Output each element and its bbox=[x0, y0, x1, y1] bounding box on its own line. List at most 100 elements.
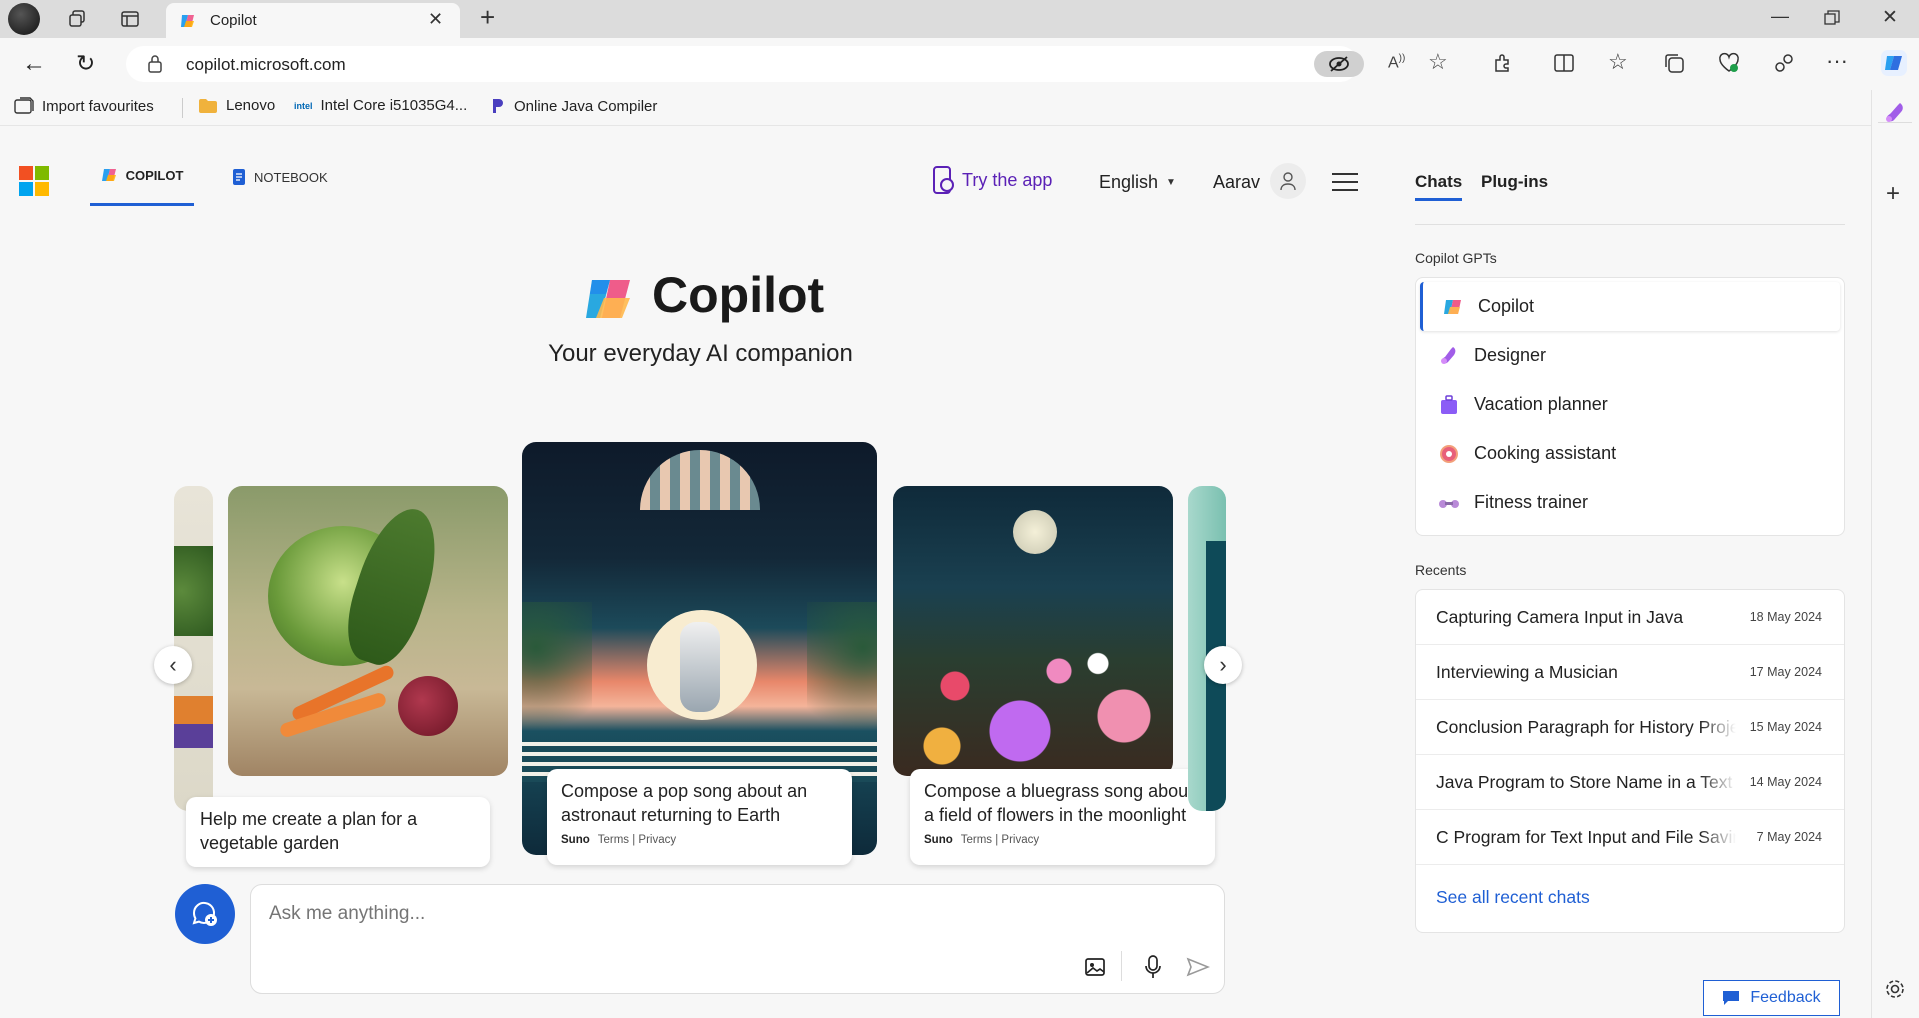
hero-subtitle: Your everyday AI companion bbox=[548, 340, 853, 367]
recent-chat-item[interactable]: C Program for Text Input and File Saving… bbox=[1416, 810, 1844, 865]
tab-title: Copilot bbox=[210, 12, 257, 29]
gpt-item-vacation-planner[interactable]: Vacation planner bbox=[1416, 380, 1844, 429]
back-icon[interactable]: ← bbox=[22, 50, 46, 78]
donut-icon bbox=[1440, 444, 1458, 463]
notebook-icon bbox=[233, 169, 245, 185]
new-chat-icon bbox=[192, 901, 217, 926]
copilot-sidebar-icon[interactable] bbox=[1880, 49, 1908, 77]
sidebar-settings-icon[interactable] bbox=[1884, 978, 1906, 1000]
collections-icon[interactable] bbox=[1663, 52, 1685, 74]
recent-chat-item[interactable]: Conclusion Paragraph for History Project… bbox=[1416, 700, 1844, 755]
close-tab-icon[interactable]: ✕ bbox=[428, 9, 443, 30]
browser-sidebar: + bbox=[1871, 90, 1919, 1018]
carousel-card-text: Compose a bluegrass song about a field o… bbox=[924, 781, 1194, 826]
microphone-icon[interactable] bbox=[1144, 955, 1162, 979]
user-name[interactable]: Aarav bbox=[1213, 172, 1260, 193]
compiler-icon bbox=[493, 99, 503, 113]
user-avatar-icon[interactable] bbox=[1270, 163, 1306, 199]
lock-icon bbox=[148, 55, 162, 73]
folder-icon bbox=[199, 98, 217, 113]
performance-icon[interactable] bbox=[1773, 52, 1795, 74]
gpt-item-designer[interactable]: Designer bbox=[1416, 331, 1844, 380]
chat-composer[interactable] bbox=[250, 884, 1225, 994]
composer-divider bbox=[1121, 951, 1122, 981]
gpt-item-fitness-trainer[interactable]: Fitness trainer bbox=[1416, 478, 1844, 527]
dumbbell-icon bbox=[1439, 499, 1459, 508]
close-window-icon[interactable]: ✕ bbox=[1882, 6, 1898, 29]
feedback-icon bbox=[1723, 991, 1740, 1005]
import-favourites-link[interactable]: Import favourites bbox=[14, 97, 154, 115]
see-all-recent-chats-link[interactable]: See all recent chats bbox=[1416, 865, 1844, 930]
copilot-tab-icon bbox=[101, 169, 116, 181]
favourite-lenovo[interactable]: Lenovo bbox=[198, 97, 275, 114]
carousel-image-flowers[interactable] bbox=[893, 486, 1173, 776]
refresh-icon[interactable]: ↻ bbox=[76, 50, 95, 77]
browser-essentials-icon[interactable] bbox=[1718, 52, 1740, 74]
restore-icon[interactable] bbox=[1824, 10, 1840, 26]
split-screen-icon[interactable] bbox=[1553, 52, 1575, 74]
browser-tab-copilot[interactable]: Copilot ✕ bbox=[166, 3, 460, 38]
gpts-list: Copilot Designer Vacation planner Cookin… bbox=[1415, 277, 1845, 536]
tab-copilot[interactable]: COPILOT bbox=[90, 166, 194, 206]
intel-logo-icon: intel bbox=[294, 100, 313, 111]
profile-avatar[interactable] bbox=[8, 3, 40, 35]
tab-notebook[interactable]: NOTEBOOK bbox=[232, 168, 328, 186]
new-tab-icon[interactable]: + bbox=[480, 2, 495, 33]
favourite-star-icon[interactable]: ☆ bbox=[1428, 49, 1448, 75]
browser-tab-strip: Copilot ✕ + — ✕ bbox=[0, 0, 1919, 38]
hamburger-menu-icon[interactable] bbox=[1332, 172, 1358, 192]
recent-chat-item[interactable]: Interviewing a Musician 17 May 2024 bbox=[1416, 645, 1844, 700]
read-aloud-icon[interactable]: A)) bbox=[1388, 53, 1405, 72]
favourite-intel[interactable]: intel Intel Core i51035G4... bbox=[294, 97, 467, 114]
terms-privacy-links[interactable]: Terms | Privacy bbox=[961, 834, 1039, 846]
carousel-card-flowers[interactable]: Compose a bluegrass song about a field o… bbox=[910, 769, 1215, 865]
carousel-card-garden[interactable]: Help me create a plan for a vegetable ga… bbox=[186, 797, 490, 867]
add-image-icon[interactable] bbox=[1084, 955, 1108, 979]
copilot-logo-icon bbox=[582, 270, 638, 326]
recents-heading: Recents bbox=[1415, 562, 1467, 578]
add-sidebar-app-icon[interactable]: + bbox=[1886, 180, 1900, 208]
try-the-app-button[interactable]: Try the app bbox=[932, 166, 1052, 194]
copilot-favicon-icon bbox=[178, 11, 198, 31]
carousel-card-text: Compose a pop song about an astronaut re… bbox=[561, 781, 808, 826]
carousel-previous-button[interactable]: ‹ bbox=[154, 646, 192, 684]
favourite-java-compiler[interactable]: Online Java Compiler bbox=[490, 97, 657, 115]
gpt-item-copilot[interactable]: Copilot bbox=[1420, 282, 1840, 331]
panel-tab-chats[interactable]: Chats bbox=[1415, 172, 1463, 201]
minimize-icon[interactable]: — bbox=[1771, 6, 1789, 27]
language-selector[interactable]: English ▼ bbox=[1099, 172, 1176, 193]
favourites-divider bbox=[182, 98, 183, 118]
carousel-card-astronaut[interactable]: Compose a pop song about an astronaut re… bbox=[547, 769, 852, 865]
copilot-icon bbox=[1444, 299, 1461, 314]
extensions-icon[interactable] bbox=[1492, 52, 1514, 74]
url-text[interactable]: copilot.microsoft.com bbox=[186, 55, 346, 75]
workspaces-icon[interactable] bbox=[59, 1, 95, 37]
gpts-heading: Copilot GPTs bbox=[1415, 250, 1497, 266]
favourites-icon[interactable]: ☆ bbox=[1608, 49, 1628, 75]
send-icon[interactable] bbox=[1186, 957, 1210, 977]
ask-input[interactable] bbox=[269, 899, 1169, 929]
favourites-bar bbox=[0, 90, 1919, 126]
carousel-image-garden[interactable] bbox=[228, 486, 508, 776]
vertical-tabs-icon[interactable] bbox=[112, 1, 148, 37]
new-topic-button[interactable] bbox=[175, 884, 235, 944]
recent-chat-item[interactable]: Capturing Camera Input in Java 18 May 20… bbox=[1416, 590, 1844, 645]
caret-down-icon: ▼ bbox=[1166, 177, 1176, 188]
microsoft-logo-icon[interactable] bbox=[19, 166, 49, 196]
carousel-card-text: Help me create a plan for a vegetable ga… bbox=[200, 809, 418, 854]
recent-chat-item[interactable]: Java Program to Store Name in a Text Fil… bbox=[1416, 755, 1844, 810]
recents-list: Capturing Camera Input in Java 18 May 20… bbox=[1415, 589, 1845, 933]
carousel-next-button[interactable]: › bbox=[1204, 646, 1242, 684]
import-icon bbox=[14, 97, 34, 114]
sidebar-divider bbox=[1878, 122, 1912, 123]
suno-brand: Suno bbox=[561, 833, 590, 846]
gpt-item-cooking-assistant[interactable]: Cooking assistant bbox=[1416, 429, 1844, 478]
address-bar[interactable]: copilot.microsoft.com A)) ☆ bbox=[126, 46, 1448, 82]
tracking-prevention-icon[interactable] bbox=[1314, 51, 1364, 77]
feedback-button[interactable]: Feedback bbox=[1703, 980, 1840, 1016]
more-options-icon[interactable]: ··· bbox=[1826, 48, 1848, 74]
panel-tab-plugins[interactable]: Plug-ins bbox=[1481, 172, 1548, 192]
panel-divider bbox=[1415, 224, 1845, 225]
designer-icon bbox=[1441, 346, 1456, 364]
terms-privacy-links[interactable]: Terms | Privacy bbox=[598, 834, 676, 846]
